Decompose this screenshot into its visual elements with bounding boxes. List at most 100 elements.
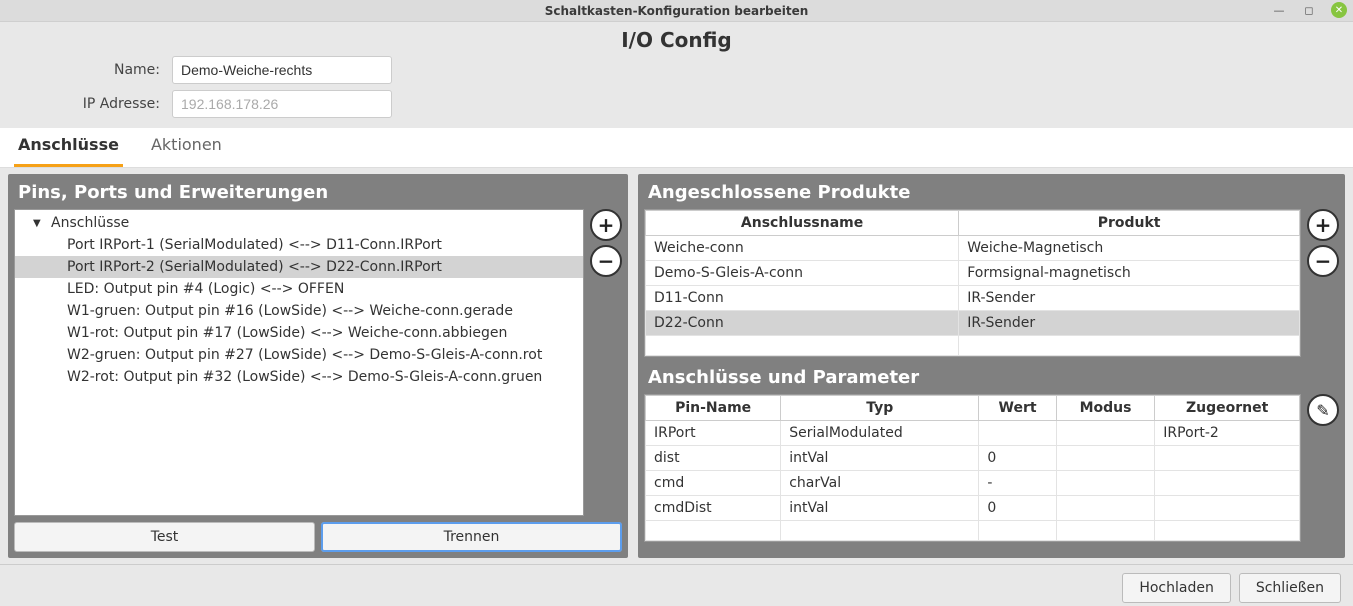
products-header-product: Produkt: [959, 211, 1300, 236]
pencil-icon: ✎: [1316, 401, 1329, 420]
ip-label: IP Adresse:: [12, 96, 172, 112]
cell-mode: [1056, 421, 1154, 446]
table-row[interactable]: cmdcharVal-: [646, 471, 1300, 496]
cell-assigned: [1155, 496, 1300, 521]
tree-item[interactable]: W1-rot: Output pin #17 (LowSide) <--> We…: [15, 322, 583, 344]
edit-button[interactable]: ✎: [1307, 394, 1339, 426]
disconnect-button[interactable]: Trennen: [321, 522, 622, 552]
products-title: Angeschlossene Produkte: [644, 178, 1339, 209]
tab-actions[interactable]: Aktionen: [147, 125, 226, 167]
tree-item-label: Port IRPort-2 (SerialModulated) <--> D22…: [67, 259, 442, 275]
table-row[interactable]: cmdDistintVal0: [646, 496, 1300, 521]
window-title: Schaltkasten-Konfiguration bearbeiten: [0, 4, 1353, 18]
main-panels: Pins, Ports und Erweiterungen ▼ Anschlüss…: [0, 168, 1353, 564]
header-form: Name: IP Adresse:: [0, 56, 1353, 128]
page-title: I/O Config: [0, 22, 1353, 56]
products-header-name: Anschlussname: [646, 211, 959, 236]
tree-item[interactable]: Port IRPort-1 (SerialModulated) <--> D11…: [15, 234, 583, 256]
minus-button[interactable]: −: [590, 245, 622, 277]
cell-product: Formsignal-magnetisch: [959, 261, 1300, 286]
cell-type: intVal: [781, 446, 979, 471]
cell-type: SerialModulated: [781, 421, 979, 446]
tree-item[interactable]: W2-rot: Output pin #32 (LowSide) <--> De…: [15, 366, 583, 388]
cell-pin: cmd: [646, 471, 781, 496]
cell-name: D22-Conn: [646, 311, 959, 336]
params-table[interactable]: Pin-Name Typ Wert Modus Zugeornet IRPort…: [645, 395, 1300, 541]
cell-value: [979, 421, 1056, 446]
params-table-container: Pin-Name Typ Wert Modus Zugeornet IRPort…: [644, 394, 1301, 542]
cell-name: Weiche-conn: [646, 236, 959, 261]
tree-root-label: Anschlüsse: [51, 215, 129, 231]
table-row[interactable]: D22-ConnIR-Sender: [646, 311, 1300, 336]
cell-type: intVal: [781, 496, 979, 521]
params-header-pin: Pin-Name: [646, 396, 781, 421]
tree-item-label: W1-rot: Output pin #17 (LowSide) <--> We…: [67, 325, 507, 341]
table-row: [646, 336, 1300, 356]
cell-type: charVal: [781, 471, 979, 496]
name-input[interactable]: [172, 56, 392, 84]
pins-tree[interactable]: ▼ Anschlüsse Port IRPort-1 (SerialModulate…: [15, 210, 583, 480]
products-panel: Angeschlossene Produkte Anschlussname Pr…: [638, 174, 1345, 558]
tree-item-label: LED: Output pin #4 (Logic) <--> OFFEN: [67, 281, 344, 297]
chevron-down-icon: ▼: [33, 218, 45, 229]
products-table-container: Anschlussname Produkt Weiche-connWeiche-…: [644, 209, 1301, 357]
cell-value: 0: [979, 446, 1056, 471]
name-label: Name:: [12, 62, 172, 78]
cell-assigned: [1155, 446, 1300, 471]
cell-pin: cmdDist: [646, 496, 781, 521]
titlebar: Schaltkasten-Konfiguration bearbeiten — …: [0, 0, 1353, 22]
pins-panel: Pins, Ports und Erweiterungen ▼ Anschlüss…: [8, 174, 628, 558]
cell-product: IR-Sender: [959, 311, 1300, 336]
close-icon[interactable]: ✕: [1331, 2, 1347, 18]
ip-input[interactable]: [172, 90, 392, 118]
params-sidebuttons: ✎: [1307, 394, 1339, 542]
tree-item[interactable]: Port IRPort-2 (SerialModulated) <--> D22…: [15, 256, 583, 278]
cell-value: -: [979, 471, 1056, 496]
cell-assigned: IRPort-2: [1155, 421, 1300, 446]
test-button[interactable]: Test: [14, 522, 315, 552]
pins-panel-title: Pins, Ports und Erweiterungen: [14, 178, 622, 209]
bottom-bar: Hochladen Schließen: [0, 564, 1353, 603]
plus-button[interactable]: +: [590, 209, 622, 241]
tab-connections[interactable]: Anschlüsse: [14, 125, 123, 167]
params-title: Anschlüsse und Parameter: [644, 363, 1339, 394]
cell-pin: IRPort: [646, 421, 781, 446]
cell-assigned: [1155, 471, 1300, 496]
tree-item[interactable]: W2-gruen: Output pin #27 (LowSide) <--> …: [15, 344, 583, 366]
cell-pin: dist: [646, 446, 781, 471]
params-header-type: Typ: [781, 396, 979, 421]
pins-button-row: Test Trennen: [14, 522, 622, 552]
tree-item-label: Port IRPort-1 (SerialModulated) <--> D11…: [67, 237, 442, 253]
products-table[interactable]: Anschlussname Produkt Weiche-connWeiche-…: [645, 210, 1300, 356]
pins-tree-container: ▼ Anschlüsse Port IRPort-1 (SerialModulate…: [14, 209, 584, 516]
products-sidebuttons: + −: [1307, 209, 1339, 357]
cell-mode: [1056, 471, 1154, 496]
table-row[interactable]: IRPortSerialModulated IRPort-2: [646, 421, 1300, 446]
cell-product: Weiche-Magnetisch: [959, 236, 1300, 261]
params-header-assigned: Zugeornet: [1155, 396, 1300, 421]
table-row[interactable]: distintVal0: [646, 446, 1300, 471]
maximize-icon[interactable]: ◻: [1301, 2, 1317, 18]
tree-item[interactable]: W1-gruen: Output pin #16 (LowSide) <--> …: [15, 300, 583, 322]
window-buttons: — ◻ ✕: [1271, 2, 1347, 18]
cell-mode: [1056, 446, 1154, 471]
table-row[interactable]: Demo-S-Gleis-A-connFormsignal-magnetisch: [646, 261, 1300, 286]
close-button[interactable]: Schließen: [1239, 573, 1341, 603]
cell-value: 0: [979, 496, 1056, 521]
params-header-value: Wert: [979, 396, 1056, 421]
table-row[interactable]: Weiche-connWeiche-Magnetisch: [646, 236, 1300, 261]
products-minus-button[interactable]: −: [1307, 245, 1339, 277]
cell-name: D11-Conn: [646, 286, 959, 311]
tree-item[interactable]: LED: Output pin #4 (Logic) <--> OFFEN: [15, 278, 583, 300]
tree-item-label: W2-gruen: Output pin #27 (LowSide) <--> …: [67, 347, 542, 363]
tree-root[interactable]: ▼ Anschlüsse: [15, 212, 583, 234]
table-row[interactable]: D11-ConnIR-Sender: [646, 286, 1300, 311]
cell-name: Demo-S-Gleis-A-conn: [646, 261, 959, 286]
table-row: [646, 521, 1300, 541]
minimize-icon[interactable]: —: [1271, 2, 1287, 18]
upload-button[interactable]: Hochladen: [1122, 573, 1231, 603]
tree-item-label: W2-rot: Output pin #32 (LowSide) <--> De…: [67, 369, 542, 385]
products-plus-button[interactable]: +: [1307, 209, 1339, 241]
tab-bar: Anschlüsse Aktionen: [0, 128, 1353, 168]
tree-item-label: W1-gruen: Output pin #16 (LowSide) <--> …: [67, 303, 513, 319]
